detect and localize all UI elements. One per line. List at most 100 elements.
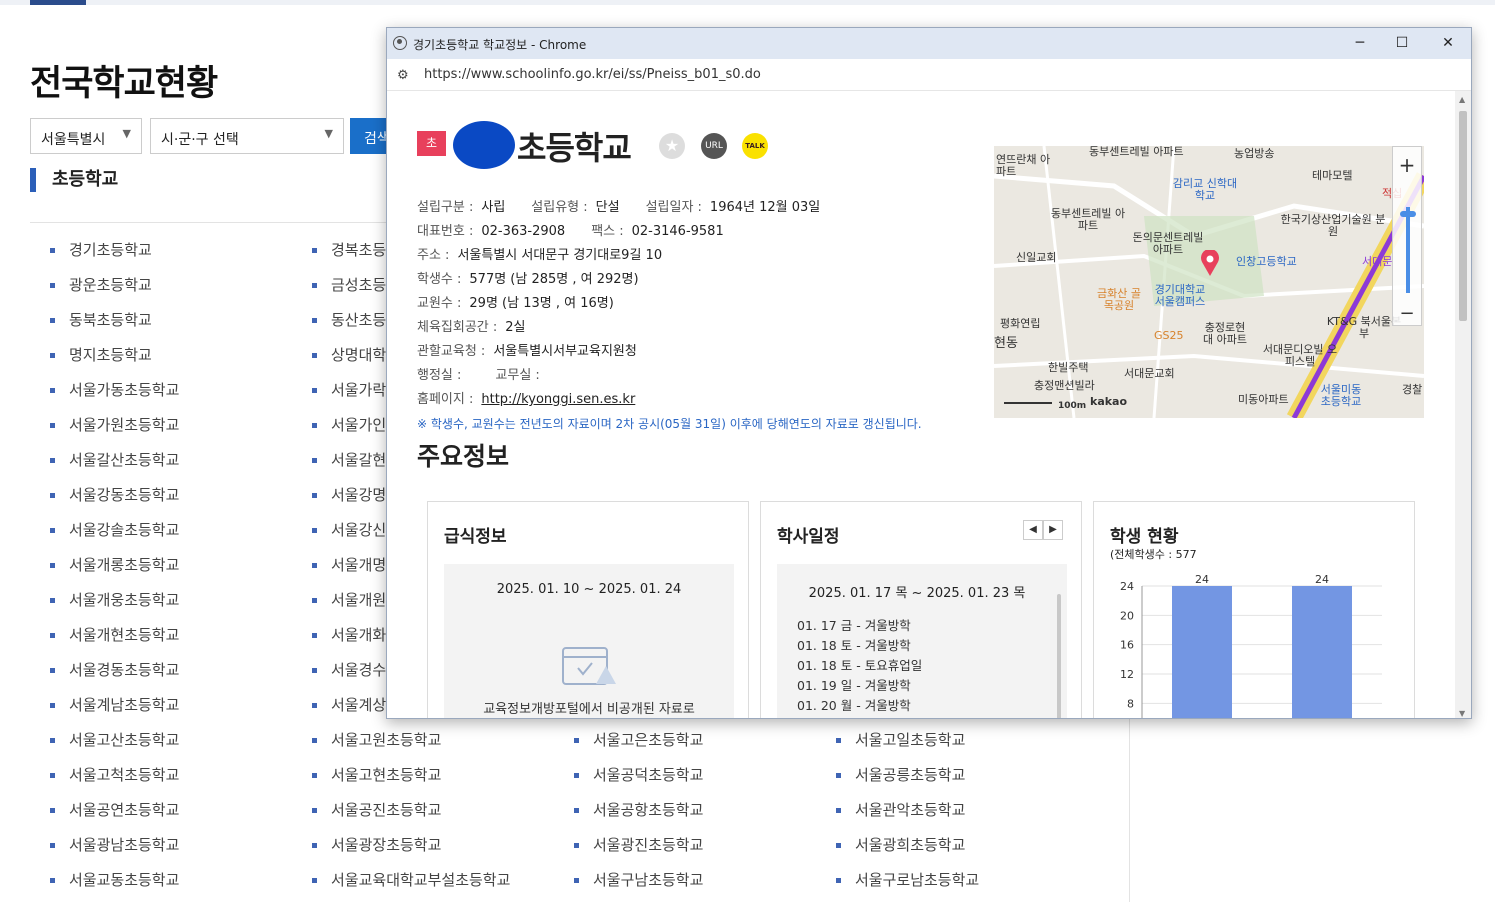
bullet-icon: [312, 388, 317, 393]
school-list-item[interactable]: 서울구남초등학교: [574, 870, 703, 890]
school-name-link[interactable]: 서울고척초등학교: [69, 766, 179, 784]
teachers-label: 교원수 :: [417, 296, 462, 311]
school-name-link[interactable]: 서울교육대학교부설초등학교: [331, 871, 510, 889]
url-button[interactable]: URL: [701, 133, 727, 159]
school-list-item[interactable]: 동북초등학교: [50, 310, 152, 330]
school-name-link[interactable]: 서울공덕초등학교: [593, 766, 703, 784]
page-title: 전국학교현황: [30, 64, 218, 104]
address-bar[interactable]: ⚙ https://www.schoolinfo.go.kr/ei/ss/Pne…: [387, 59, 1471, 91]
school-name-link[interactable]: 서울경동초등학교: [69, 661, 179, 679]
school-list-item[interactable]: 서울공연초등학교: [50, 800, 179, 820]
school-list-item[interactable]: 서울구로남초등학교: [836, 870, 979, 890]
school-list-item[interactable]: 서울개현초등학교: [50, 625, 179, 645]
school-list-item[interactable]: 서울가원초등학교: [50, 415, 179, 435]
school-list-item[interactable]: 경기초등학교: [50, 240, 152, 260]
zoom-in-button[interactable]: +: [1393, 147, 1421, 183]
next-button[interactable]: ▶: [1043, 520, 1063, 540]
schedule-card: 학사일정 ◀ ▶ 2025. 01. 17 목 ~ 2025. 01. 23 목…: [760, 501, 1082, 718]
school-name-link[interactable]: 서울가원초등학교: [69, 416, 179, 434]
school-name-link[interactable]: 서울개현초등학교: [69, 626, 179, 644]
homepage-link[interactable]: http://kyonggi.sen.es.kr: [481, 392, 635, 407]
school-name-link[interactable]: 서울구로남초등학교: [855, 871, 979, 889]
school-name-link[interactable]: 서울광장초등학교: [331, 836, 441, 854]
school-list-item[interactable]: 광운초등학교: [50, 275, 152, 295]
prev-button[interactable]: ◀: [1023, 520, 1043, 540]
school-list-item[interactable]: 서울공덕초등학교: [574, 765, 703, 785]
school-list-item[interactable]: 서울광희초등학교: [836, 835, 965, 855]
schedule-scrollbar[interactable]: [1057, 594, 1061, 718]
region-select[interactable]: 서울특별시 ▼: [30, 118, 142, 154]
school-list-item[interactable]: 서울공항초등학교: [574, 800, 703, 820]
school-list-item[interactable]: 서울개롱초등학교: [50, 555, 179, 575]
school-name-link[interactable]: 서울공진초등학교: [331, 801, 441, 819]
school-list-item[interactable]: 명지초등학교: [50, 345, 152, 365]
school-list-item[interactable]: 서울고산초등학교: [50, 730, 179, 750]
kakao-talk-button[interactable]: TALK: [742, 133, 768, 159]
school-list-item[interactable]: 서울교육대학교부설초등학교: [312, 870, 510, 890]
school-list-item[interactable]: 서울광남초등학교: [50, 835, 179, 855]
vertical-scrollbar[interactable]: ▲ ▼: [1455, 91, 1471, 718]
school-list-item[interactable]: 서울강솔초등학교: [50, 520, 179, 540]
school-name-link[interactable]: 서울교동초등학교: [69, 871, 179, 889]
school-name-link[interactable]: 서울광희초등학교: [855, 836, 965, 854]
school-name-link[interactable]: 명지초등학교: [69, 346, 152, 364]
school-name-link[interactable]: 서울강솔초등학교: [69, 521, 179, 539]
school-list-item[interactable]: 서울광장초등학교: [312, 835, 441, 855]
chevron-down-icon: ▼: [122, 127, 131, 140]
schedule-date-range: 2025. 01. 17 목 ~ 2025. 01. 23 목: [808, 586, 1026, 601]
school-list-item[interactable]: 서울교동초등학교: [50, 870, 179, 890]
scroll-thumb[interactable]: [1459, 111, 1467, 321]
school-name-link[interactable]: 서울개롱초등학교: [69, 556, 179, 574]
school-name-link[interactable]: 서울고원초등학교: [331, 731, 441, 749]
school-name-link[interactable]: 서울구남초등학교: [593, 871, 703, 889]
school-name-link[interactable]: 서울갈산초등학교: [69, 451, 179, 469]
school-name-link[interactable]: 서울공릉초등학교: [855, 766, 965, 784]
school-name-link[interactable]: 서울고현초등학교: [331, 766, 441, 784]
school-list-item[interactable]: 서울고원초등학교: [312, 730, 441, 750]
school-list-item[interactable]: 서울공릉초등학교: [836, 765, 965, 785]
school-name-link[interactable]: 동북초등학교: [69, 311, 152, 329]
school-list-item[interactable]: 서울고척초등학교: [50, 765, 179, 785]
district-select[interactable]: 시·군·구 선택 ▼: [150, 118, 344, 154]
school-name-link[interactable]: 서울고산초등학교: [69, 731, 179, 749]
school-list-item[interactable]: 서울계남초등학교: [50, 695, 179, 715]
school-list-item[interactable]: 서울개웅초등학교: [50, 590, 179, 610]
bullet-icon: [312, 423, 317, 428]
school-name-link[interactable]: 서울광진초등학교: [593, 836, 703, 854]
zoom-out-button[interactable]: −: [1393, 303, 1421, 324]
favorite-star-icon[interactable]: ★: [659, 133, 685, 159]
school-list-item[interactable]: 서울강동초등학교: [50, 485, 179, 505]
bullet-icon: [312, 808, 317, 813]
school-name-link[interactable]: 서울개웅초등학교: [69, 591, 179, 609]
school-name-link[interactable]: 서울관악초등학교: [855, 801, 965, 819]
school-name-link[interactable]: 서울공연초등학교: [69, 801, 179, 819]
school-name-link[interactable]: 서울고일초등학교: [855, 731, 965, 749]
maximize-button[interactable]: ☐: [1379, 32, 1425, 54]
school-name-link[interactable]: 서울광남초등학교: [69, 836, 179, 854]
school-name-link[interactable]: 서울강동초등학교: [69, 486, 179, 504]
map-label: 서울미동 초등학교: [1320, 383, 1362, 408]
school-list-item[interactable]: 서울고은초등학교: [574, 730, 703, 750]
school-list-item[interactable]: 서울공진초등학교: [312, 800, 441, 820]
school-name-link[interactable]: 서울가동초등학교: [69, 381, 179, 399]
location-map[interactable]: 동부센트레빌 아파트 농업방송 연뜨란채 아파트 감리교 신학대학교 테마모텔 …: [994, 146, 1424, 418]
school-name-link[interactable]: 광운초등학교: [69, 276, 152, 294]
close-button[interactable]: ✕: [1425, 32, 1471, 54]
scroll-down-icon[interactable]: ▼: [1459, 709, 1465, 718]
school-name-link[interactable]: 서울계남초등학교: [69, 696, 179, 714]
school-list-item[interactable]: 서울가동초등학교: [50, 380, 179, 400]
school-name-link[interactable]: 서울고은초등학교: [593, 731, 703, 749]
school-name-link[interactable]: 경기초등학교: [69, 241, 152, 259]
school-list-item[interactable]: 서울관악초등학교: [836, 800, 965, 820]
school-list-item[interactable]: 서울경동초등학교: [50, 660, 179, 680]
site-info-icon[interactable]: ⚙: [397, 68, 409, 83]
school-name-link[interactable]: 서울공항초등학교: [593, 801, 703, 819]
zoom-handle[interactable]: [1400, 211, 1416, 217]
school-list-item[interactable]: 서울고현초등학교: [312, 765, 441, 785]
school-list-item[interactable]: 서울고일초등학교: [836, 730, 965, 750]
scroll-up-icon[interactable]: ▲: [1459, 95, 1465, 104]
school-list-item[interactable]: 서울갈산초등학교: [50, 450, 179, 470]
minimize-button[interactable]: ─: [1337, 32, 1383, 54]
school-list-item[interactable]: 서울광진초등학교: [574, 835, 703, 855]
schedule-events: 01. 17 금 - 겨울방학 01. 18 토 - 겨울방학 01. 18 토…: [797, 616, 922, 716]
